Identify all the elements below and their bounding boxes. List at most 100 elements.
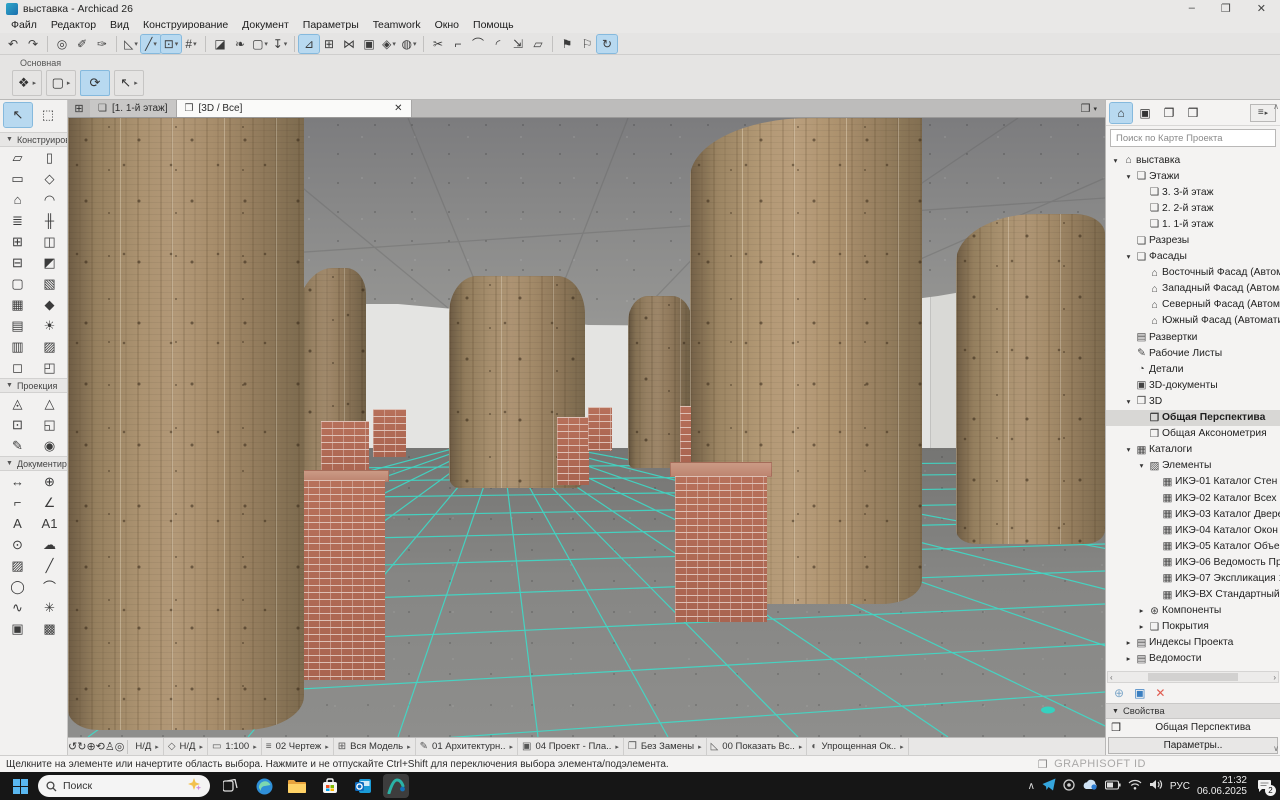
brick-pillar-distant-left[interactable]: [373, 409, 406, 457]
toolbox-section-header[interactable]: ▼Проекция: [0, 378, 67, 393]
tree-item[interactable]: ▸ ⊛ Компоненты: [1106, 603, 1280, 619]
railing-tool[interactable]: ╫: [34, 210, 66, 231]
fill-tool[interactable]: ▨: [2, 555, 34, 576]
menu-item[interactable]: Teamwork: [366, 18, 428, 32]
level-dimension-tool[interactable]: ⊕: [34, 471, 66, 492]
tray-app-icon[interactable]: [1063, 779, 1075, 794]
label-tool[interactable]: A1: [34, 513, 66, 534]
circle-tool[interactable]: ◯: [2, 576, 34, 597]
tree-item[interactable]: ✎ Рабочие Листы: [1106, 345, 1280, 361]
3d-viewport[interactable]: [68, 118, 1105, 737]
interior-elevation-tool[interactable]: ⊡: [2, 414, 34, 435]
worksheet-tool[interactable]: ✎: [2, 435, 34, 456]
scrollbar-thumb[interactable]: [1148, 673, 1238, 681]
beam-tool[interactable]: ▭: [2, 168, 34, 189]
elevation-tool[interactable]: △: [34, 393, 66, 414]
equipment-tool[interactable]: ▥: [2, 336, 34, 357]
skylight-tool[interactable]: ◩: [34, 252, 66, 273]
taskbar-clock[interactable]: 21:32 06.06.2025: [1197, 775, 1247, 797]
undo-button[interactable]: ↶: [3, 35, 23, 53]
grid-element-tool[interactable]: ▨: [34, 336, 66, 357]
taskbar-search-input[interactable]: Поиск: [38, 775, 210, 797]
orbit-icon[interactable]: ⟲: [96, 741, 105, 753]
outlook-icon[interactable]: [350, 774, 376, 798]
tree-expand-icon[interactable]: ▸: [1123, 654, 1134, 663]
tree-item[interactable]: ▦ ИКЭ-05 Каталог Объектов: [1106, 538, 1280, 554]
project-map-button[interactable]: ⌂: [1110, 103, 1132, 123]
tree-item[interactable]: ▾ ❒ 3D: [1106, 393, 1280, 409]
brick-pillar-right-body[interactable]: [675, 476, 767, 622]
view-map-button[interactable]: ▣: [1134, 103, 1156, 123]
revision-segment[interactable]: ◺ 00 Показать Вс.. ▸: [707, 738, 808, 756]
scale-segment[interactable]: ▭ 1:100 ▸: [208, 738, 262, 756]
tree-item[interactable]: ▸ ▤ Ведомости: [1106, 651, 1280, 667]
structure-display-segment[interactable]: ⊞ Вся Модель ▸: [334, 738, 416, 756]
tree-expand-icon[interactable]: ▸: [1123, 638, 1134, 647]
edge-browser-icon[interactable]: [251, 774, 277, 798]
camera-tool[interactable]: ◉: [34, 435, 66, 456]
graphisoft-id[interactable]: ❐ GRAPHISOFT ID: [1038, 758, 1146, 771]
tree-item[interactable]: ⌂ Южный Фасад (Автоматически Г: [1106, 313, 1280, 329]
brick-pillar-left-body[interactable]: [297, 480, 385, 680]
tree-item[interactable]: ❒ Общая Перспектива: [1106, 410, 1280, 426]
tree-item[interactable]: ▣ 3D-документы: [1106, 377, 1280, 393]
arc-tool[interactable]: ⌒: [34, 576, 66, 597]
tree-item[interactable]: ▸ ▤ Индексы Проекта: [1106, 635, 1280, 651]
3d-style-segment[interactable]: ◐ Упрощенная Ок.. ▸: [807, 738, 908, 756]
window-tool[interactable]: ⊟: [2, 252, 34, 273]
tree-horizontal-scrollbar[interactable]: ‹ ›: [1107, 671, 1279, 683]
tree-item[interactable]: ❒ Общая Аксонометрия: [1106, 426, 1280, 442]
onedrive-tray-icon[interactable]: [1082, 779, 1098, 793]
tree-item[interactable]: ▸ ❑ Покрытия: [1106, 619, 1280, 635]
curtain-wall-tool[interactable]: ⊞: [2, 231, 34, 252]
pop-up-navigator-button[interactable]: ❒▾: [1073, 100, 1105, 117]
stretch-button[interactable]: ▱: [528, 35, 548, 53]
groups-button[interactable]: ▢▾: [250, 35, 270, 53]
marquee-view-button[interactable]: ▣: [359, 35, 379, 53]
brick-pillar-center-a[interactable]: [557, 417, 589, 485]
wifi-tray-icon[interactable]: [1128, 779, 1142, 793]
minimize-button[interactable]: –: [1189, 2, 1195, 15]
tree-item[interactable]: ⌂ Северный Фасад (Автоматически: [1106, 297, 1280, 313]
tree-item[interactable]: ⌂ Восточный Фасад (Автоматическ: [1106, 265, 1280, 281]
favorites-button[interactable]: ❖▸: [12, 70, 42, 96]
menu-item[interactable]: Вид: [103, 18, 136, 32]
microsoft-store-icon[interactable]: [317, 774, 343, 798]
language-indicator[interactable]: РУС: [1170, 781, 1190, 792]
toolbox-section-header[interactable]: ▼Конструирова: [0, 132, 67, 147]
walk-mode-icon[interactable]: ♙: [105, 741, 115, 753]
flag-button[interactable]: ⚑: [557, 35, 577, 53]
telegram-tray-icon[interactable]: [1042, 778, 1056, 794]
tree-item[interactable]: ◔ Детали: [1106, 361, 1280, 377]
orbit-button[interactable]: ⟳: [80, 70, 110, 96]
tree-expand-icon[interactable]: ▾: [1123, 172, 1134, 181]
tree-item[interactable]: ▾ ❏ Фасады: [1106, 249, 1280, 265]
gravity-button[interactable]: ↧▾: [270, 35, 290, 53]
file-explorer-icon[interactable]: [284, 774, 310, 798]
tree-expand-icon[interactable]: ▸: [1136, 622, 1147, 631]
resize-button[interactable]: ⇲: [508, 35, 528, 53]
column-tool[interactable]: ▯: [34, 147, 66, 168]
fillet-button[interactable]: ◜: [488, 35, 508, 53]
tree-item[interactable]: ▦ ИКЭ-ВХ Стандартный Каталог I: [1106, 587, 1280, 603]
wood-column-left-front[interactable]: [68, 118, 304, 730]
tree-item[interactable]: ❏ 1. 1-й этаж: [1106, 216, 1280, 232]
dimension-tool[interactable]: ↔: [2, 471, 34, 492]
archicad-taskbar-icon[interactable]: [383, 774, 409, 798]
drawing-tool[interactable]: ▩: [34, 618, 66, 639]
find-select-button[interactable]: ◎: [52, 35, 72, 53]
tree-expand-icon[interactable]: ▾: [1123, 445, 1134, 454]
3d-cutting-planes-button[interactable]: ◈▾: [379, 35, 399, 53]
tray-chevron-icon[interactable]: ∧: [1028, 781, 1035, 792]
close-tab-icon[interactable]: ✕: [394, 103, 402, 114]
project-map-search-input[interactable]: Поиск по Карте Проекта: [1110, 129, 1276, 147]
menu-item[interactable]: Файл: [4, 18, 44, 32]
tree-item[interactable]: ▦ ИКЭ-02 Каталог Всех Проемов: [1106, 490, 1280, 506]
fit-in-window-button[interactable]: ⋈: [339, 35, 359, 53]
menu-item[interactable]: Окно: [428, 18, 466, 32]
spline-tool[interactable]: ∿: [2, 597, 34, 618]
tree-item[interactable]: ▦ ИКЭ-04 Каталог Окон: [1106, 522, 1280, 538]
tree-item[interactable]: ▤ Развертки: [1106, 329, 1280, 345]
tree-item[interactable]: ▾ ⌂ выставка: [1106, 152, 1280, 168]
menu-item[interactable]: Редактор: [44, 18, 103, 32]
